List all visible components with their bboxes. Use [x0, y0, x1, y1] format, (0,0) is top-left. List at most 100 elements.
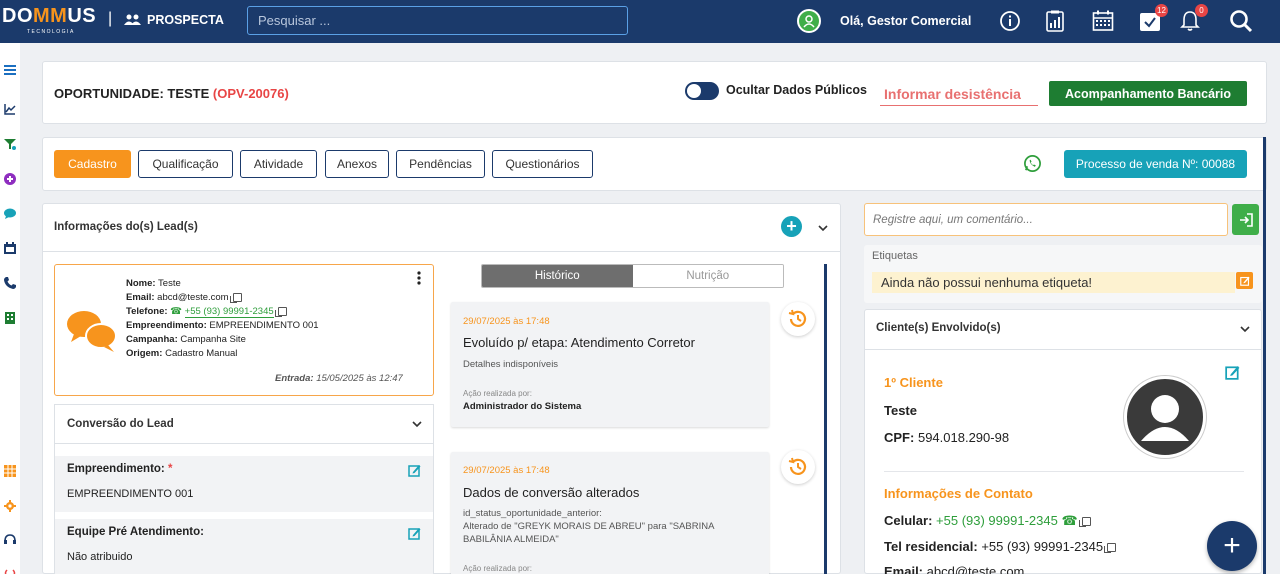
headset-icon[interactable]	[3, 533, 17, 547]
chevron-down-icon[interactable]	[818, 223, 828, 233]
comment-input[interactable]	[864, 203, 1228, 236]
field-value: Não atribuido	[67, 551, 133, 563]
whatsapp-small-icon[interactable]: ☎	[1061, 513, 1077, 528]
menu-icon[interactable]	[3, 63, 17, 77]
tags-label: Etiquetas	[872, 250, 918, 262]
bank-tracking-button[interactable]: Acompanhamento Bancário	[1049, 81, 1247, 106]
tab-pendencias[interactable]: Pendências	[396, 150, 485, 178]
notifications-badge: 0	[1195, 4, 1208, 17]
tasks-badge: 12	[1155, 4, 1168, 17]
floating-add-button[interactable]: +	[1207, 521, 1257, 571]
send-comment-button[interactable]	[1232, 204, 1259, 235]
hide-public-data-toggle[interactable]	[685, 82, 719, 100]
chat-icon[interactable]	[3, 207, 17, 221]
logo-subtitle: TECNOLOGIA	[27, 29, 75, 35]
history-item: 29/07/2025 às 17:48 Evoluído p/ etapa: A…	[451, 302, 769, 427]
whatsapp-icon[interactable]	[1023, 154, 1042, 173]
lead-name: Nome: Teste	[126, 278, 181, 289]
edit-icon	[1239, 276, 1250, 286]
history-date: 29/07/2025 às 17:48	[463, 465, 550, 476]
report-icon[interactable]	[1043, 9, 1067, 33]
client-email: Email: abcd@teste.com	[884, 564, 1025, 574]
lead-empreendimento: Empreendimento: EMPREENDIMENTO 001	[126, 320, 319, 331]
client-heading: 1º Cliente	[884, 375, 943, 390]
info-icon[interactable]	[998, 9, 1022, 33]
top-navbar: DOMMUS TECNOLOGIA | PROSPECTA Olá, Gesto…	[0, 0, 1280, 43]
calendar-small-icon[interactable]	[3, 241, 17, 255]
field-empreendimento: Empreendimento: * EMPREENDIMENTO 001	[55, 456, 433, 512]
copy-icon[interactable]	[229, 292, 242, 303]
history-desc: id_status_oportunidade_anterior:	[463, 508, 602, 519]
chevron-down-icon[interactable]	[1240, 324, 1250, 334]
edit-icon[interactable]	[408, 464, 421, 477]
lead-entry-date: Entrada: 15/05/2025 às 12:47	[275, 373, 403, 384]
divider	[865, 349, 1261, 350]
hide-public-data-label: Ocultar Dados Públicos	[726, 83, 868, 97]
tab-atividade[interactable]: Atividade	[240, 150, 317, 178]
history-author: Administrador do Sistema	[463, 401, 582, 412]
history-scrollbar[interactable]	[824, 264, 827, 574]
edit-tags-button[interactable]	[1236, 272, 1253, 289]
user-greeting[interactable]: Olá, Gestor Comercial	[840, 14, 971, 28]
add-lead-button[interactable]: +	[781, 216, 802, 237]
tab-qualificacao[interactable]: Qualificação	[138, 150, 233, 178]
lead-campanha: Campanha: Campanha Site	[126, 334, 246, 345]
divider	[55, 443, 433, 444]
dommus-logo[interactable]: DOMMUS	[2, 5, 96, 28]
plus-circle-icon[interactable]	[3, 172, 17, 186]
bell-icon[interactable]: 0	[1178, 4, 1208, 33]
field-value: EMPREENDIMENTO 001	[67, 488, 194, 500]
history-clock-icon	[781, 302, 815, 336]
tab-cadastro[interactable]: Cadastro	[54, 150, 131, 178]
whatsapp-small-icon[interactable]: ☎	[170, 306, 182, 317]
clients-title: Cliente(s) Envolvido(s)	[876, 322, 1001, 334]
history-date: 29/07/2025 às 17:48	[463, 316, 550, 327]
chart-line-icon[interactable]	[3, 102, 17, 116]
edit-icon[interactable]	[408, 527, 421, 540]
chevron-down-icon[interactable]	[412, 419, 422, 429]
field-label: Equipe Pré Atendimento:	[67, 526, 204, 538]
more-options-icon[interactable]	[417, 271, 421, 285]
history-tabs: Histórico Nutrição	[481, 264, 784, 288]
history-item: 29/07/2025 às 17:48 Dados de conversão a…	[451, 452, 769, 574]
search-icon[interactable]	[1228, 9, 1254, 33]
tab-anexos[interactable]: Anexos	[325, 150, 389, 178]
sign-in-icon	[1239, 212, 1253, 227]
contact-info-heading: Informações de Contato	[884, 486, 1033, 501]
client-home-phone: Tel residencial: +55 (93) 99991-2345	[884, 539, 1117, 554]
funnel-icon[interactable]	[3, 137, 17, 151]
opportunity-title: OPORTUNIDADE: TESTE (OPV-20076)	[54, 86, 289, 101]
left-sidebar	[0, 43, 20, 574]
grid-icon[interactable]	[3, 464, 17, 478]
tab-historico[interactable]: Histórico	[482, 265, 633, 287]
chat-bubbles-icon	[67, 311, 117, 352]
report-withdrawal-button[interactable]: Informar desistência	[880, 82, 1038, 106]
lead-section-title: Informações do(s) Lead(s)	[54, 221, 198, 233]
task-check-icon[interactable]: 12	[1138, 4, 1168, 33]
calendar-icon[interactable]	[1091, 9, 1115, 33]
power-icon[interactable]	[3, 566, 17, 574]
history-action-label: Ação realizada por:	[463, 389, 532, 398]
client-cpf: CPF: 594.018.290-98	[884, 430, 1010, 445]
logo-separator: |	[108, 10, 113, 27]
copy-icon[interactable]	[1078, 517, 1091, 528]
module-name[interactable]: PROSPECTA	[124, 13, 224, 27]
copy-icon[interactable]	[274, 306, 287, 317]
search-input[interactable]	[247, 6, 628, 35]
phone-icon[interactable]	[3, 276, 17, 290]
history-title: Evoluído p/ etapa: Atendimento Corretor	[463, 335, 695, 350]
tab-questionarios[interactable]: Questionários	[492, 150, 593, 178]
building-icon[interactable]	[3, 311, 17, 325]
user-avatar-icon[interactable]	[797, 9, 821, 33]
edit-client-icon[interactable]	[1225, 365, 1240, 380]
copy-icon[interactable]	[1104, 543, 1117, 554]
lead-phone: Telefone: ☎ +55 (93) 99991-2345	[126, 306, 287, 318]
sales-process-button[interactable]: Processo de venda Nº: 00088	[1064, 150, 1247, 178]
opportunity-code: (OPV-20076)	[212, 86, 289, 101]
tags-empty-message: Ainda não possui nenhuma etiqueta!	[872, 272, 1235, 293]
gear-icon[interactable]	[3, 499, 17, 513]
tab-nutricao[interactable]: Nutrição	[632, 265, 783, 287]
users-icon	[124, 14, 141, 25]
page-scrollbar[interactable]	[1263, 137, 1266, 574]
history-desc: BABILÂNIA ALMEIDA"	[463, 534, 559, 545]
